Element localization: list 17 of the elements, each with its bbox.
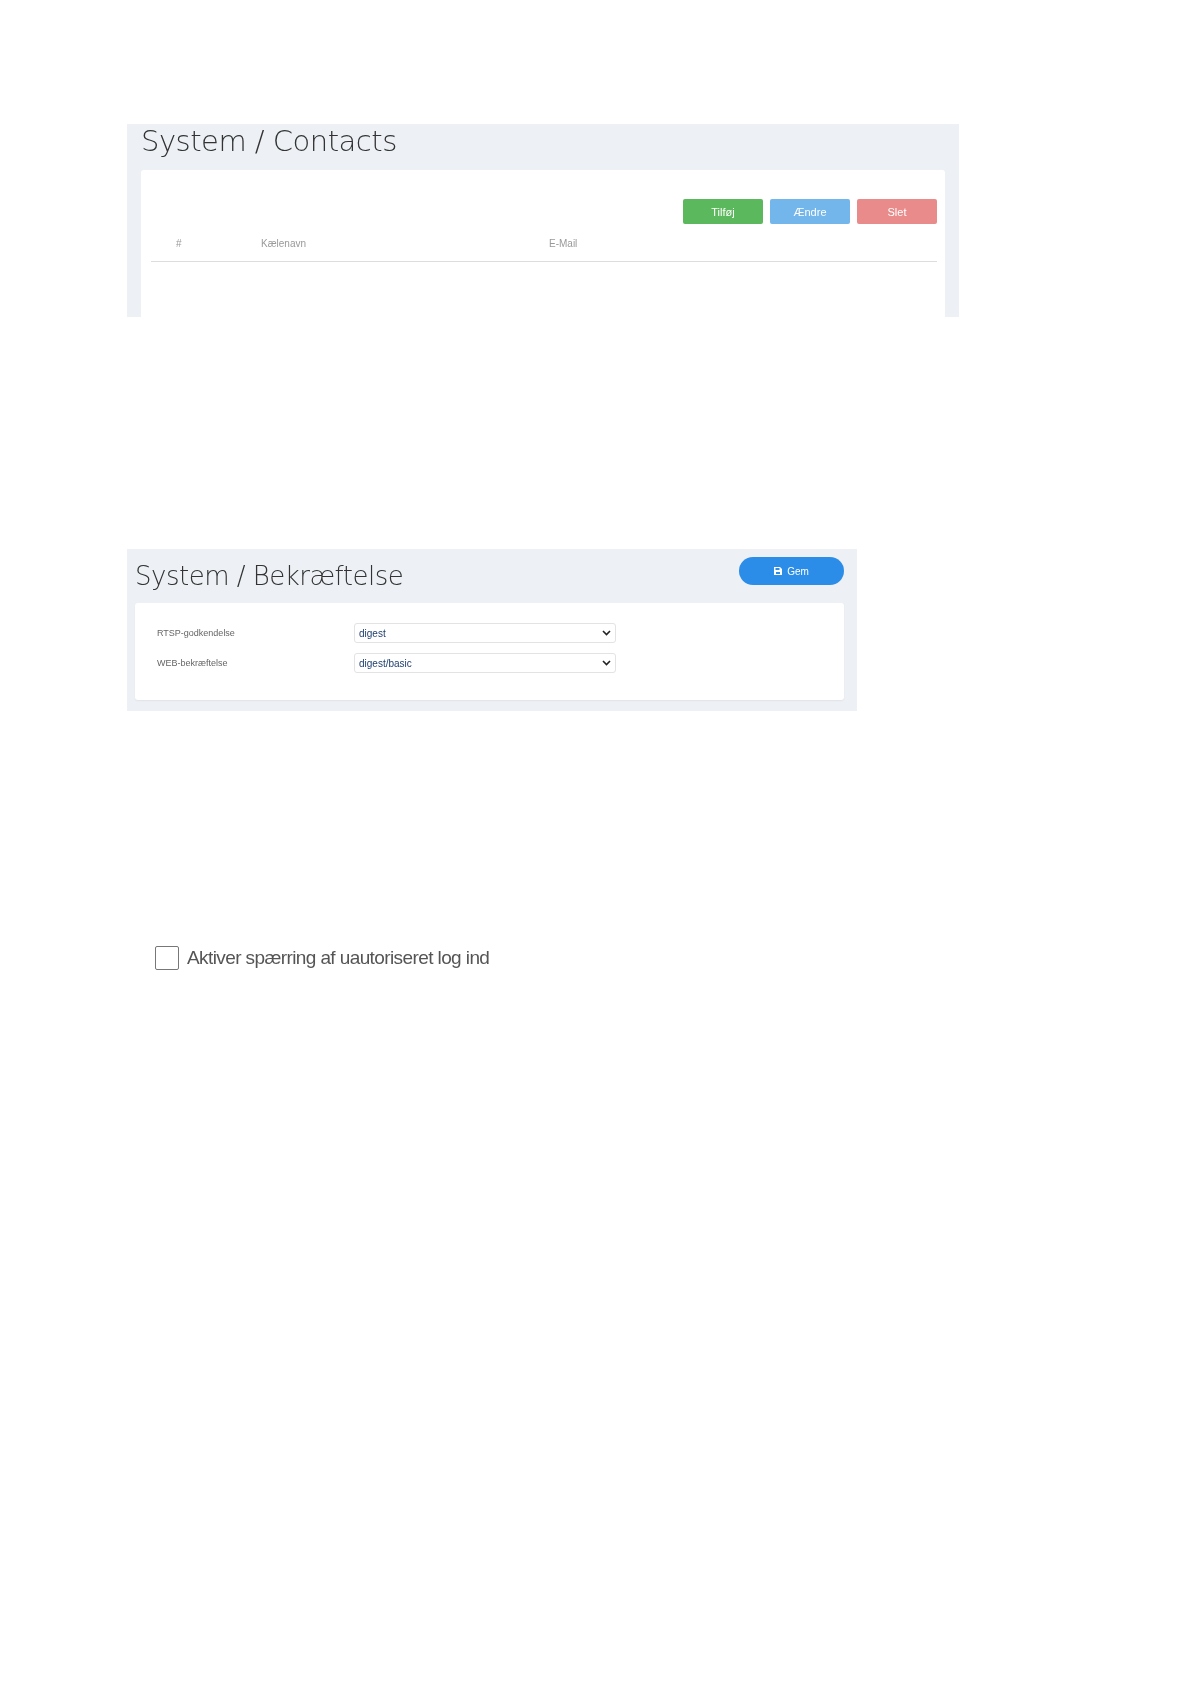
column-header: E-Mail [549, 238, 579, 249]
select-field[interactable]: digest/basic [354, 653, 616, 673]
delete-button[interactable]: Slet [857, 199, 937, 224]
chevron-down-icon [602, 630, 611, 636]
edit-button[interactable]: Ændre [770, 199, 850, 224]
field-label: WEB-bekræftelse [157, 658, 229, 668]
checkbox[interactable] [155, 946, 179, 970]
column-header: Kælenavn [261, 238, 308, 249]
field-label: RTSP-godkendelse [157, 628, 236, 638]
chevron-down-icon [602, 660, 611, 666]
add-button[interactable]: Tilføj [683, 199, 763, 224]
save-button[interactable]: Gem [739, 557, 844, 585]
page-title: System / Contacts [141, 124, 398, 158]
column-header: # [176, 238, 183, 249]
checkbox-label: Aktiver spærring af uautoriseret log ind [187, 947, 490, 969]
page-title: System / Bekræftelse [135, 561, 404, 591]
select-field[interactable]: digest [354, 623, 616, 643]
